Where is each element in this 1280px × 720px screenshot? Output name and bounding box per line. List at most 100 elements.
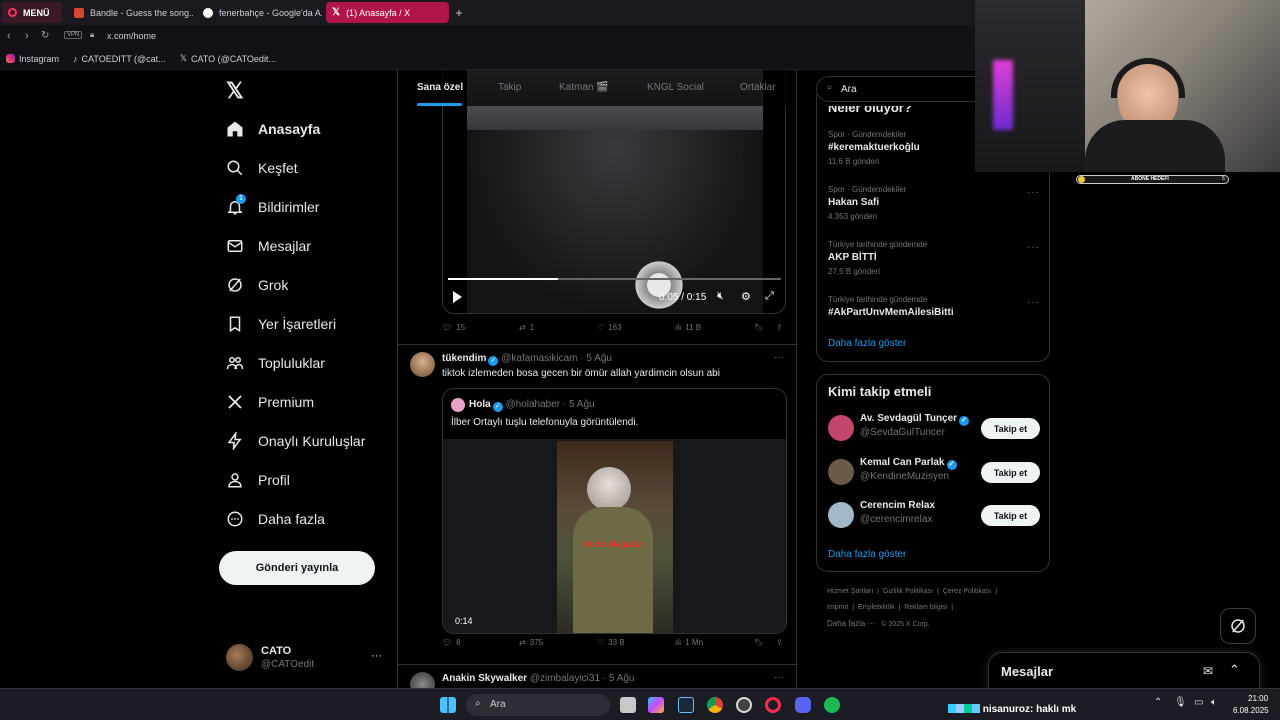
follow-suggestion[interactable]: Av. Sevdagül Tunçer ✓ @SevdaGulTuncer Tak… [828,411,1040,445]
play-icon[interactable] [453,291,462,303]
browser-menu-button[interactable]: MENÜ [2,2,62,23]
footer-link[interactable]: Reklam bilgisi [904,604,947,611]
microphone-icon[interactable]: 🎙︎ [1174,697,1187,708]
tab-following[interactable]: Takip [498,82,521,93]
show-more-trends-link[interactable]: Daha fazla göster [828,338,906,349]
footer-link[interactable]: Gizlilik Politikası [883,588,933,595]
post-more-icon[interactable]: ··· [774,672,784,683]
spotify-icon[interactable] [824,697,840,713]
copilot-icon[interactable] [648,697,664,713]
chevron-up-icon[interactable]: ⌃ [1229,662,1240,678]
video-player[interactable]: 0:05 / 0:15 🔇︎ ⚙ ⤢ [442,70,786,314]
post-button[interactable]: Gönderi yayınla [219,551,375,585]
post-author-name[interactable]: tükendim [442,353,486,364]
mute-icon[interactable]: 🔇︎ [717,290,724,303]
tab-bandle[interactable]: Bandle - Guess the song... [68,2,193,23]
opera-gx-icon[interactable] [765,697,781,713]
new-message-icon[interactable]: ✉ [1203,664,1213,678]
forward-icon[interactable]: › [25,30,29,42]
grok-floating-button[interactable] [1220,608,1256,644]
url-field[interactable]: x.com/home [107,31,156,41]
footer-link[interactable]: Daha fazla ··· [827,619,875,628]
tray-chevron-icon[interactable]: ⌃ [1154,697,1162,708]
bookmark-tiktok[interactable]: ♪ CATOEDITT (@cat... [73,54,166,64]
post-tukendim[interactable]: tükendim ✓ @kafamasikicam · 5 Ağu ··· tik… [398,345,796,665]
post-author-handle[interactable]: @kafamasikicam [501,353,577,364]
tab-x-home[interactable]: 𝕏 (1) Anasayfa / X [326,2,449,23]
nav-home[interactable]: Anasayfa [226,120,320,138]
repost-button[interactable]: ⇄ 1 [519,323,534,332]
discord-icon[interactable] [795,697,811,713]
bookmark-x[interactable]: 𝕏 CATO (@CATOedit... [180,53,276,64]
post-more-icon[interactable]: ··· [774,352,784,363]
obs-icon[interactable] [736,697,752,713]
bookmark-instagram[interactable]: Instagram [6,54,59,64]
follow-button[interactable]: Takip et [981,505,1040,526]
share-button[interactable]: ⇪ [776,323,783,332]
trend-more-icon[interactable]: ··· [1027,297,1040,308]
taskbar-search[interactable]: ⌕ Ara [466,694,610,716]
follow-button[interactable]: Takip et [981,462,1040,483]
quoted-post[interactable]: Hola ✓ @holahaber · 5 Ağu İlber Ortaylı t… [442,388,787,634]
tab-kngl-social[interactable]: KNGL Social [647,82,704,93]
like-button[interactable]: ♡ 163 [597,323,622,332]
reply-button[interactable]: 💬︎ 8 [442,638,461,647]
post-time[interactable]: · 5 Ağu [580,353,612,364]
views-button[interactable]: ılı 11 B [675,323,701,332]
footer-link[interactable]: Erişilebilirlik [858,604,895,611]
nav-premium[interactable]: Premium [226,393,314,411]
nav-bookmarks[interactable]: Yer İşaretleri [226,315,336,333]
trend-item[interactable]: Spor · Gündemdekiler Hakan Safi 4.353 gö… [828,185,1040,221]
clock-time[interactable]: 21:00 [1248,694,1268,703]
bookmark-button[interactable]: 🔖︎ [754,323,764,332]
chrome-icon[interactable] [707,697,723,713]
file-explorer-icon[interactable] [620,697,636,713]
nav-explore[interactable]: Keşfet [226,159,298,177]
post-author-handle[interactable]: @zimbalayici31 [530,673,600,684]
footer-link[interactable]: Imprint [827,604,848,611]
clock-date[interactable]: 6.08.2025 [1233,706,1269,715]
settings-icon[interactable]: ⚙ [741,290,751,303]
trend-item[interactable]: Türkiye tarihinde gündemde AKP BİTTİ 27,… [828,240,1040,276]
x-logo-icon[interactable]: 𝕏 [226,78,244,104]
tab-ortaklar[interactable]: Ortaklar [740,82,776,93]
windows-start-icon[interactable] [440,697,456,713]
post-author-name[interactable]: Anakin Skywalker [442,673,527,684]
back-icon[interactable]: ‹ [7,30,11,42]
video-progress-track[interactable] [448,278,781,280]
share-button[interactable]: ⇪ [776,638,783,647]
footer-link[interactable]: Çerez Politikası [943,588,992,595]
follow-suggestion[interactable]: Cerencim Relax @cerencimrelax Takip et [828,498,1040,532]
tab-google[interactable]: fenerbahçe - Google'da A... [197,2,322,23]
show-more-follow-link[interactable]: Daha fazla göster [828,549,906,560]
bookmark-button[interactable]: 🔖︎ [754,638,764,647]
nav-profile[interactable]: Profil [226,471,290,489]
footer-link[interactable]: Hizmet Şartları [827,588,873,595]
follow-suggestion[interactable]: Kemal Can Parlak ✓ @KendineMuzisyen Takip… [828,455,1040,489]
reply-button[interactable]: 💬︎ 15 [442,323,465,332]
nav-notifications[interactable]: 1 Bildirimler [226,194,319,216]
steam-icon[interactable] [678,697,694,713]
follow-button[interactable]: Takip et [981,418,1040,439]
nav-verified-orgs[interactable]: Onaylı Kuruluşlar [226,432,365,450]
tab-for-you[interactable]: Sana özel [417,82,463,93]
nav-grok[interactable]: Grok [226,276,288,294]
nav-messages[interactable]: Mesajlar [226,237,311,255]
trend-item[interactable]: Türkiye tarihinde gündemde #AkPartUnvMem… [828,295,1040,318]
account-switcher[interactable]: CATO @CATOedit ··· [226,642,386,672]
reload-icon[interactable]: ↻ [41,30,49,41]
like-button[interactable]: ♡ 33 B [597,638,625,647]
display-icon[interactable]: ▭ [1194,697,1203,708]
messages-drawer[interactable]: Mesajlar ✉ ⌃ [988,652,1260,692]
account-more-icon[interactable]: ··· [371,650,382,662]
repost-button[interactable]: ⇄ 375 [519,638,543,647]
fullscreen-icon[interactable]: ⤢ [765,290,774,303]
new-tab-button[interactable]: + [451,2,467,23]
vpn-badge[interactable]: VPN [64,31,83,39]
post-anakin[interactable]: Anakin Skywalker @zimbalayici31 · 5 Ağu … [398,665,796,688]
trend-more-icon[interactable]: ··· [1027,187,1040,198]
views-button[interactable]: ılı 1 Mn [675,638,703,647]
quoted-video-area[interactable]: Snob Magazin 0:14 [443,439,786,633]
nav-more[interactable]: Daha fazla [226,510,325,528]
post-time[interactable]: · 5 Ağu [603,673,635,684]
